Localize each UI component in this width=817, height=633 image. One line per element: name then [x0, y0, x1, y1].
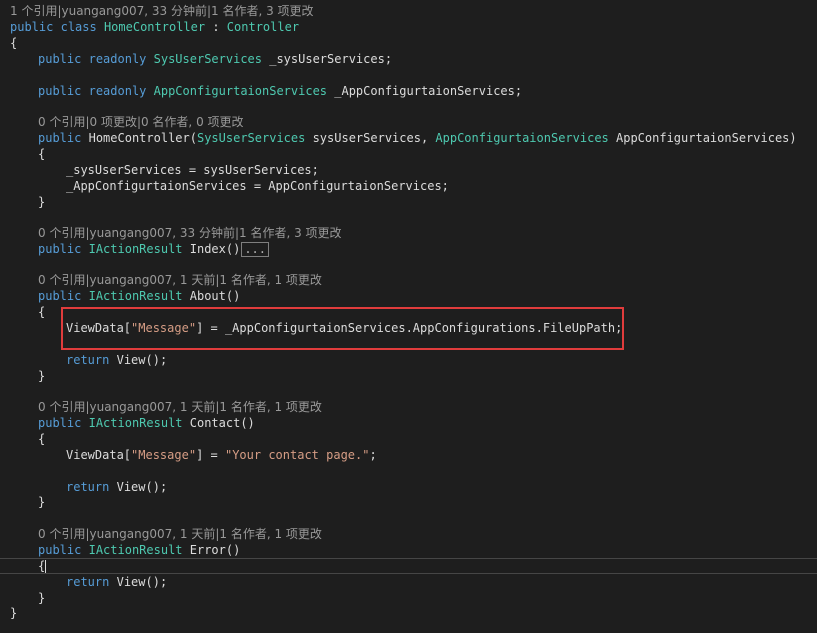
- keyword-public: public: [38, 52, 82, 66]
- keyword-return: return: [66, 575, 110, 589]
- statement: _AppConfigurtaionServices = AppConfigurt…: [66, 179, 449, 193]
- return-type: IActionResult: [88, 242, 183, 256]
- return-expression: View();: [116, 575, 168, 589]
- code-line-ctor-close-brace: }: [10, 194, 45, 210]
- code-line-error-open-brace[interactable]: {: [10, 558, 47, 574]
- param-name: sysUserServices,: [305, 131, 436, 145]
- keyword-readonly: readonly: [88, 52, 147, 66]
- keyword-public: public: [38, 543, 82, 557]
- type-name: SysUserServices: [153, 52, 262, 66]
- code-line-error-signature: public IActionResult Error(): [10, 542, 240, 558]
- code-line-about-close-brace: }: [10, 368, 45, 384]
- code-line-error-close-brace: }: [10, 590, 45, 606]
- return-type: IActionResult: [88, 543, 183, 557]
- base-class-name: Controller: [226, 20, 300, 34]
- method-name: Index(): [189, 242, 241, 256]
- param-name: AppConfigurtaionServices): [608, 131, 797, 145]
- code-line-ctor-assign-1: _sysUserServices = sysUserServices;: [10, 162, 319, 178]
- code-line-about-return: return View();: [10, 352, 167, 368]
- return-type: IActionResult: [88, 289, 183, 303]
- brace: {: [38, 432, 46, 446]
- brace: }: [38, 195, 46, 209]
- param-type: AppConfigurtaionServices: [435, 131, 609, 145]
- code-line-ctor-assign-2: _AppConfigurtaionServices = AppConfigurt…: [10, 178, 449, 194]
- brace: {: [38, 147, 46, 161]
- code-line-contact-signature: public IActionResult Contact(): [10, 415, 255, 431]
- method-name: About(): [189, 289, 241, 303]
- code-line-about-signature: public IActionResult About(): [10, 288, 240, 304]
- return-expression: View();: [116, 353, 168, 367]
- code-line-ctor-open-brace: {: [10, 146, 45, 162]
- viewdata-token: ViewData[: [66, 448, 132, 462]
- semicolon-token: ;: [369, 448, 377, 462]
- brace: }: [10, 606, 18, 620]
- codelens-contact[interactable]: 0 个引用|yuangang007, 1 天前|1 名作者, 1 项更改: [10, 399, 322, 415]
- current-line-highlight: [0, 558, 817, 574]
- class-name: HomeController: [103, 20, 206, 34]
- constructor-name: HomeController(: [88, 131, 197, 145]
- return-type: IActionResult: [88, 416, 183, 430]
- keyword-readonly: readonly: [88, 84, 147, 98]
- keyword-return: return: [66, 353, 110, 367]
- code-line-field-sysuserservices: public readonly SysUserServices _sysUser…: [10, 51, 392, 67]
- text-caret: [45, 560, 47, 573]
- code-line-error-return: return View();: [10, 574, 167, 590]
- codelens-index[interactable]: 0 个引用|yuangang007, 33 分钟前|1 名作者, 3 项更改: [10, 225, 342, 241]
- assignment-token: ] =: [196, 448, 225, 462]
- colon-token: :: [205, 20, 227, 34]
- code-editor[interactable]: 1 个引用|yuangang007, 33 分钟前|1 名作者, 3 项更改 p…: [0, 0, 817, 633]
- statement: _sysUserServices = sysUserServices;: [66, 163, 319, 177]
- code-line-contact-close-brace: }: [10, 494, 45, 510]
- string-literal: "Your contact page.": [224, 448, 370, 462]
- return-expression: View();: [116, 480, 168, 494]
- param-type: SysUserServices: [196, 131, 306, 145]
- method-name: Error(): [189, 543, 241, 557]
- codelens-class[interactable]: 1 个引用|yuangang007, 33 分钟前|1 名作者, 3 项更改: [10, 3, 314, 19]
- keyword-public: public: [38, 289, 82, 303]
- code-line-index-signature: public IActionResult Index()...: [10, 241, 270, 257]
- field-name: _AppConfigurtaionServices;: [334, 84, 523, 98]
- brace: }: [38, 369, 46, 383]
- brace: }: [38, 591, 46, 605]
- red-annotation-box: [61, 307, 624, 350]
- brace: }: [38, 495, 46, 509]
- brace: {: [38, 559, 46, 573]
- keyword-public: public: [10, 20, 54, 34]
- keyword-class: class: [60, 20, 97, 34]
- code-line-contact-open-brace: {: [10, 431, 45, 447]
- keyword-public: public: [38, 416, 82, 430]
- type-name: AppConfigurtaionServices: [153, 84, 328, 98]
- code-line-field-appconfig: public readonly AppConfigurtaionServices…: [10, 83, 522, 99]
- code-line-class-declaration: public class HomeController : Controller: [10, 19, 299, 35]
- code-line-contact-viewdata: ViewData["Message"] = "Your contact page…: [10, 447, 377, 463]
- keyword-public: public: [38, 131, 82, 145]
- brace: {: [38, 305, 46, 319]
- code-line-constructor-signature: public HomeController(SysUserServices sy…: [10, 130, 797, 146]
- keyword-return: return: [66, 480, 110, 494]
- codelens-about[interactable]: 0 个引用|yuangang007, 1 天前|1 名作者, 1 项更改: [10, 272, 322, 288]
- method-name: Contact(): [189, 416, 255, 430]
- codelens-error[interactable]: 0 个引用|yuangang007, 1 天前|1 名作者, 1 项更改: [10, 526, 322, 542]
- keyword-public: public: [38, 242, 82, 256]
- code-line-class-open-brace: {: [10, 35, 17, 51]
- keyword-public: public: [38, 84, 82, 98]
- string-literal: "Message": [131, 448, 197, 462]
- brace: {: [10, 36, 18, 50]
- code-line-about-open-brace: {: [10, 304, 45, 320]
- code-line-contact-return: return View();: [10, 479, 167, 495]
- field-name: _sysUserServices;: [269, 52, 393, 66]
- codelens-constructor[interactable]: 0 个引用|0 项更改|0 名作者, 0 项更改: [10, 114, 244, 130]
- code-line-class-close-brace: }: [10, 605, 17, 621]
- collapsed-region-marker[interactable]: ...: [241, 242, 270, 257]
